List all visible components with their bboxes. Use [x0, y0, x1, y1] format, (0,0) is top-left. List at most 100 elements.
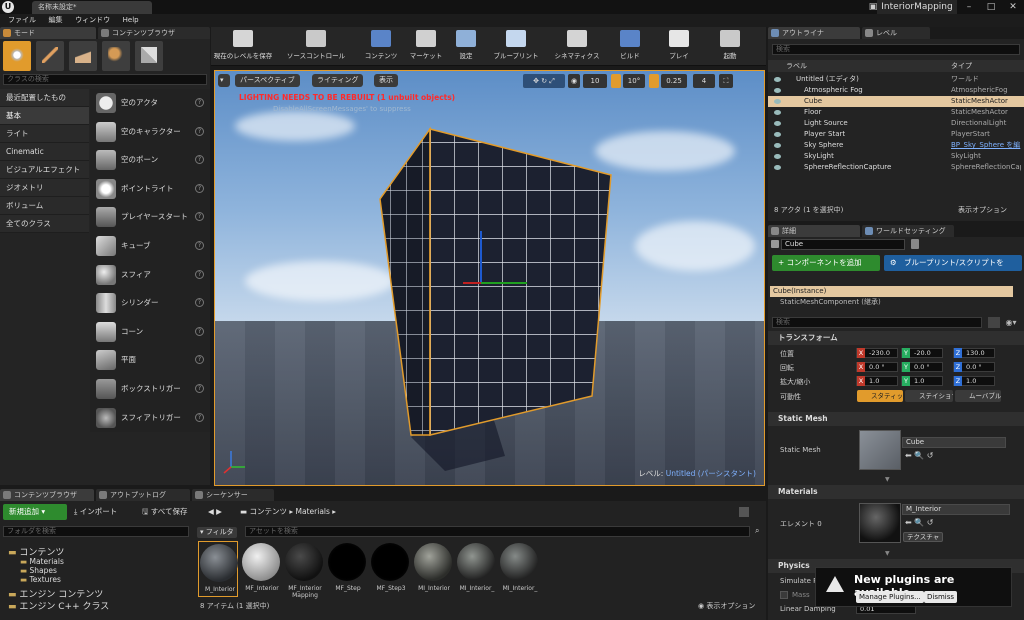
category-lights[interactable]: ライト [0, 125, 89, 143]
category-cinematic[interactable]: Cinematic [0, 143, 89, 161]
place-asset-item[interactable]: スフィア ? [90, 260, 210, 290]
launch-button[interactable]: 起動 [705, 28, 755, 64]
place-asset-item[interactable]: キューブ ? [90, 231, 210, 261]
visibility-eye-icon[interactable] [774, 154, 781, 159]
menu-help[interactable]: Help [118, 14, 144, 27]
mode-place-button[interactable] [3, 41, 31, 71]
category-volumes[interactable]: ボリューム [0, 197, 89, 215]
menu-file[interactable]: ファイル [3, 14, 41, 27]
cinematics-button[interactable]: シネマティクス [549, 28, 605, 64]
cb-view-options[interactable]: ◉ 表示オプション [698, 601, 755, 611]
perspective-button[interactable]: パースペクティブ [235, 74, 300, 87]
material-dropdown[interactable]: M_Interior [902, 504, 1010, 515]
static-mesh-section[interactable]: Static Mesh [768, 412, 1024, 426]
camera-speed[interactable]: 4 [693, 74, 715, 88]
tab-modes[interactable]: モード [0, 27, 96, 39]
category-visual-effects[interactable]: ビジュアルエフェクト [0, 161, 89, 179]
mode-paint-button[interactable] [36, 41, 64, 71]
grid-snap-toggle[interactable]: 10 [583, 74, 607, 88]
menu-edit[interactable]: 編集 [44, 14, 68, 27]
material-asset-tile[interactable]: MI_Interior [413, 541, 453, 597]
maximize-button[interactable]: □ [980, 0, 1002, 14]
minimize-button[interactable]: – [958, 0, 980, 14]
breadcrumb-materials[interactable]: Materials [296, 507, 330, 516]
outliner-row[interactable]: Floor StaticMeshActor [768, 107, 1024, 118]
breadcrumb-content[interactable]: コンテンツ [249, 507, 287, 516]
help-icon[interactable]: ? [195, 240, 204, 250]
add-new-button[interactable]: 新規追加 ▾ [3, 504, 67, 520]
visibility-eye-icon[interactable] [774, 165, 781, 170]
mode-landscape-button[interactable] [69, 41, 97, 71]
outliner-row[interactable]: SkyLight SkyLight [768, 151, 1024, 162]
blueprint-script-button[interactable]: ⚙ ブループリント/スクリプトを [884, 255, 1022, 271]
expand-arrow-icon[interactable]: ▼ [885, 476, 890, 483]
outliner-row[interactable]: SphereReflectionCapture SphereReflection… [768, 162, 1024, 173]
notification-icon[interactable]: ▣ [862, 0, 884, 14]
play-button[interactable]: プレイ [659, 28, 699, 64]
place-asset-item[interactable]: 空のキャラクター ? [90, 117, 210, 147]
type-column-header[interactable]: タイプ [951, 60, 972, 72]
asset-search-input[interactable]: アセットを検索 [245, 526, 750, 537]
help-icon[interactable]: ? [195, 298, 204, 308]
lighting-button[interactable]: ライティング [312, 74, 364, 87]
tab-details[interactable]: 詳細 [768, 225, 860, 237]
category-recent[interactable]: 最近配置したもの [0, 89, 89, 107]
visibility-eye-icon[interactable] [774, 110, 781, 115]
mode-geometry-button[interactable] [135, 41, 163, 71]
visibility-eye-icon[interactable] [774, 121, 781, 126]
transform-tools[interactable]: ✥ ↻ ⤢ [523, 74, 565, 88]
build-button[interactable]: ビルド [609, 28, 651, 64]
add-component-button[interactable]: + コンポーネントを追加 [772, 255, 880, 271]
help-icon[interactable]: ? [195, 155, 204, 165]
help-icon[interactable]: ? [195, 126, 204, 136]
place-asset-item[interactable]: シリンダー ? [90, 289, 210, 318]
material-thumbnail[interactable] [859, 503, 901, 543]
scale-snap-icon[interactable] [649, 74, 659, 88]
outliner-view-options[interactable]: 表示オプション [958, 202, 1007, 218]
material-asset-tile[interactable]: MF_Step [327, 541, 367, 597]
mass-checkbox[interactable] [780, 591, 788, 599]
location-z-field[interactable]: Z 130.0 [953, 348, 995, 358]
tree-shapes[interactable]: ▬ Shapes [20, 566, 57, 575]
help-icon[interactable]: ? [195, 212, 204, 222]
tree-textures[interactable]: ▬ Textures [20, 575, 61, 584]
actor-name-field[interactable]: Cube [781, 239, 905, 250]
visibility-eye-icon[interactable] [774, 132, 781, 137]
lock-icon[interactable] [739, 507, 749, 517]
visibility-options-icon[interactable]: ◉▾ [1004, 317, 1018, 328]
help-icon[interactable]: ? [195, 183, 204, 193]
rotation-x-field[interactable]: X 0.0 ° [856, 362, 898, 372]
details-search-input[interactable]: 検索 [772, 317, 982, 328]
viewport-options-button[interactable]: ▾ [218, 74, 230, 87]
place-asset-item[interactable]: 空のアクタ ? [90, 89, 210, 118]
component-instance[interactable]: Cube(Instance) [770, 286, 1013, 297]
place-asset-item[interactable]: スフィアトリガー ? [90, 403, 210, 433]
outliner-row[interactable]: Light Source DirectionalLight [768, 118, 1024, 129]
tab-sequencer[interactable]: シーケンサー [192, 489, 274, 501]
import-button[interactable]: ⤓ インポート [74, 504, 117, 520]
textures-button[interactable]: テクスチャ [903, 532, 944, 542]
marketplace-button[interactable]: マーケット [407, 28, 445, 64]
place-asset-item[interactable]: ポイントライト ? [90, 174, 210, 204]
static-mesh-browse-icons[interactable]: ⬅ 🔍 ↺ [905, 451, 933, 460]
outliner-search-input[interactable]: 検索 [772, 44, 1020, 55]
tab-content-browser-top[interactable]: コンテンツブラウザ [98, 27, 210, 39]
static-mesh-dropdown[interactable]: Cube [902, 437, 1006, 448]
cube-actor[interactable] [215, 71, 765, 486]
material-browse-icons[interactable]: ⬅ 🔍 ↺ [905, 518, 933, 527]
help-icon[interactable]: ? [195, 383, 204, 393]
help-icon[interactable]: ? [195, 355, 204, 365]
expand-arrow-icon[interactable]: ▼ [885, 550, 890, 557]
source-control-button[interactable]: ソースコントロール [277, 28, 355, 64]
category-basic[interactable]: 基本 [0, 107, 89, 125]
tab-content-browser[interactable]: コンテンツブラウザ [0, 489, 94, 501]
visibility-eye-icon[interactable] [774, 143, 781, 148]
save-current-level-button[interactable]: 現在のレベルを保存 [213, 28, 273, 64]
outliner-row[interactable]: Player Start PlayerStart [768, 129, 1024, 140]
mobility-stationary[interactable]: ステイショナリ [905, 390, 953, 402]
visibility-eye-icon[interactable] [774, 99, 781, 104]
outliner-row[interactable]: Sky Sphere BP_Sky_Sphere を編 [768, 140, 1024, 151]
label-column-header[interactable]: ラベル [786, 60, 807, 72]
close-window-button[interactable]: ✕ [1002, 0, 1024, 14]
settings-button[interactable]: 設定 [449, 28, 483, 64]
